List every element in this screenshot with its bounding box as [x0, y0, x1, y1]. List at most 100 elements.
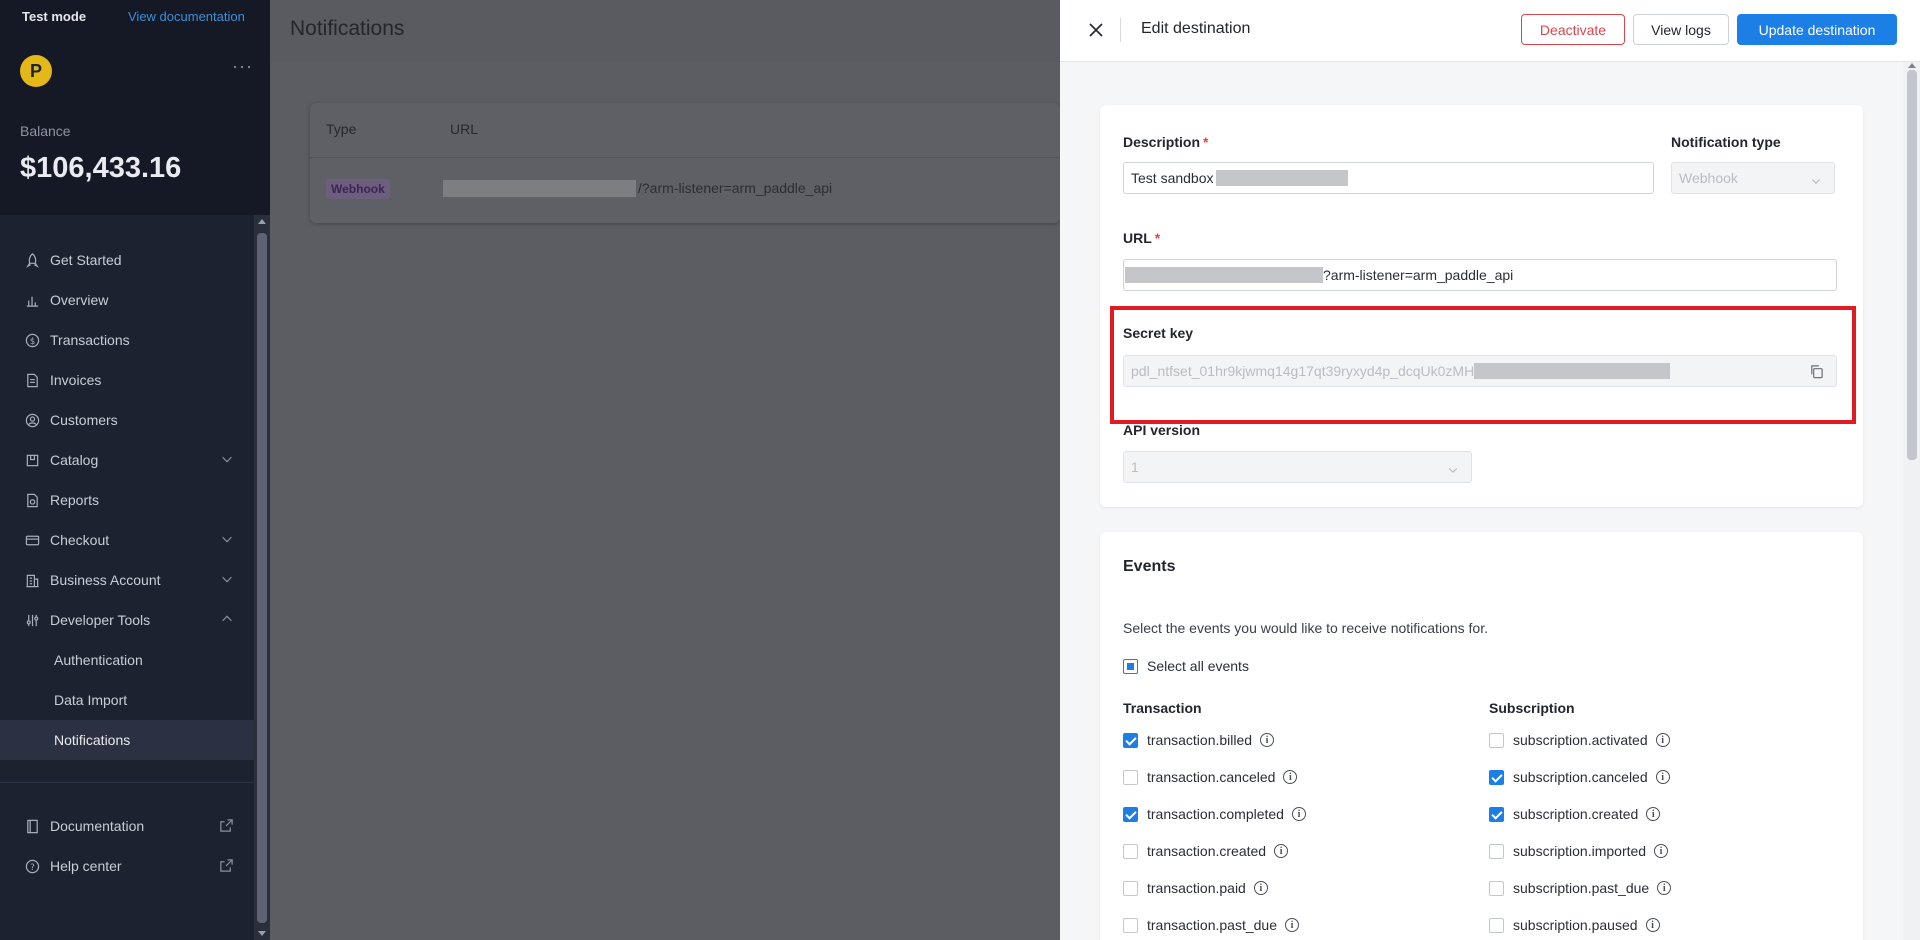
paddle-logo[interactable]: P — [20, 55, 52, 87]
transaction-event-checkbox[interactable] — [1123, 769, 1138, 785]
info-icon[interactable]: i — [1253, 881, 1268, 895]
info-icon[interactable]: i — [1283, 770, 1298, 784]
info-icon[interactable]: i — [1274, 844, 1289, 858]
subscription-event-checkbox[interactable] — [1489, 843, 1504, 859]
notification-type-select[interactable]: Webhook — [1671, 162, 1835, 194]
question-circle-icon: ? — [24, 858, 40, 874]
transaction-event-label: transaction.created — [1147, 843, 1267, 859]
table-row-url[interactable]: /?arm-listener=arm_paddle_api — [638, 180, 832, 196]
subscription-event-checkbox[interactable] — [1489, 880, 1504, 896]
user-circle-icon — [24, 412, 40, 428]
sidebar: Test mode View documentation P ··· Balan… — [0, 0, 270, 940]
subscription-event-checkbox[interactable] — [1489, 806, 1504, 822]
sidebar-item-transactions[interactable]: $ Transactions — [0, 320, 254, 360]
more-options-icon[interactable]: ··· — [232, 56, 253, 77]
sidebar-item-reports[interactable]: Reports — [0, 480, 254, 520]
subscription-event-row[interactable]: subscription.activated i — [1489, 730, 1670, 750]
sidebar-item-get-started[interactable]: Get Started — [0, 240, 254, 280]
svg-text:?: ? — [30, 861, 34, 871]
transaction-event-row[interactable]: transaction.created i — [1123, 841, 1289, 861]
transaction-event-row[interactable]: transaction.billed i — [1123, 730, 1275, 750]
sidebar-item-documentation[interactable]: Documentation — [0, 806, 254, 846]
description-label: Description * — [1123, 134, 1209, 150]
subscription-event-row[interactable]: subscription.canceled i — [1489, 767, 1670, 787]
subscription-event-row[interactable]: subscription.past_due i — [1489, 878, 1672, 898]
api-version-select[interactable]: 1 — [1123, 451, 1472, 483]
subscription-event-row[interactable]: subscription.paused i — [1489, 915, 1660, 935]
info-icon[interactable]: i — [1654, 844, 1669, 858]
notifications-table: Type URL Webhook /?arm-listener=arm_padd… — [310, 103, 1060, 223]
sidebar-item-overview[interactable]: Overview — [0, 280, 254, 320]
info-icon[interactable]: i — [1260, 733, 1275, 747]
info-icon[interactable]: i — [1655, 733, 1670, 747]
info-icon[interactable]: i — [1646, 807, 1661, 821]
sidebar-item-help-center[interactable]: ? Help center — [0, 846, 254, 886]
sidebar-item-developer-tools[interactable]: Developer Tools — [0, 600, 254, 640]
scroll-up-arrow[interactable] — [1908, 63, 1916, 68]
chart-icon — [24, 292, 40, 308]
view-logs-button[interactable]: View logs — [1633, 14, 1729, 45]
info-icon[interactable]: i — [1657, 881, 1672, 895]
sidebar-item-invoices[interactable]: Invoices — [0, 360, 254, 400]
sidebar-item-label: Developer Tools — [50, 612, 151, 628]
transaction-event-row[interactable]: transaction.completed i — [1123, 804, 1306, 824]
subscription-event-checkbox[interactable] — [1489, 769, 1504, 785]
redacted-text — [1215, 170, 1348, 186]
sidebar-item-label: Overview — [50, 292, 109, 308]
transaction-event-row[interactable]: transaction.paid i — [1123, 878, 1268, 898]
chevron-down-icon[interactable] — [220, 572, 234, 589]
events-description: Select the events you would like to rece… — [1123, 620, 1488, 636]
info-icon[interactable]: i — [1284, 918, 1299, 932]
description-value: Test sandbox — [1131, 170, 1214, 186]
info-icon[interactable]: i — [1655, 770, 1670, 784]
transaction-event-checkbox[interactable] — [1123, 880, 1138, 896]
subscription-event-label: subscription.imported — [1513, 843, 1647, 859]
sidebar-item-customers[interactable]: Customers — [0, 400, 254, 440]
sidebar-subitem-notifications[interactable]: Notifications — [0, 720, 254, 760]
box-icon — [24, 452, 40, 468]
sidebar-item-checkout[interactable]: Checkout — [0, 520, 254, 560]
drawer-scrollbar[interactable] — [1903, 62, 1920, 940]
chevron-down-icon — [1447, 463, 1459, 479]
sidebar-subitem-authentication[interactable]: Authentication — [0, 640, 254, 680]
update-destination-button[interactable]: Update destination — [1737, 14, 1897, 45]
close-icon[interactable] — [1084, 18, 1108, 42]
sidebar-item-label: Business Account — [50, 572, 161, 588]
sidebar-scrollbar[interactable] — [254, 215, 270, 940]
book-icon — [24, 818, 40, 834]
subscription-event-checkbox[interactable] — [1489, 732, 1504, 748]
description-input[interactable]: Test sandbox — [1123, 162, 1654, 194]
transaction-event-row[interactable]: transaction.canceled i — [1123, 767, 1298, 787]
subscription-event-row[interactable]: subscription.created i — [1489, 804, 1661, 824]
drawer-scroll-thumb[interactable] — [1907, 70, 1917, 460]
transaction-event-checkbox[interactable] — [1123, 806, 1138, 822]
sidebar-scroll-thumb[interactable] — [257, 233, 267, 923]
deactivate-button[interactable]: Deactivate — [1521, 14, 1625, 45]
sidebar-subitem-data-import[interactable]: Data Import — [0, 680, 254, 720]
select-all-label: Select all events — [1147, 658, 1249, 674]
transaction-event-label: transaction.billed — [1147, 732, 1253, 748]
transaction-event-checkbox[interactable] — [1123, 917, 1138, 933]
table-header: Type URL — [310, 103, 1060, 158]
chevron-up-icon[interactable] — [220, 612, 234, 629]
transaction-event-checkbox[interactable] — [1123, 843, 1138, 859]
select-all-events[interactable]: Select all events — [1123, 656, 1249, 676]
view-documentation-link[interactable]: View documentation — [128, 9, 245, 24]
select-all-checkbox[interactable] — [1123, 658, 1138, 674]
scroll-down-arrow[interactable] — [258, 931, 266, 936]
external-link-icon — [219, 818, 234, 836]
scroll-up-arrow[interactable] — [258, 219, 266, 224]
subscription-event-checkbox[interactable] — [1489, 917, 1504, 933]
info-icon[interactable]: i — [1291, 807, 1306, 821]
transaction-event-checkbox[interactable] — [1123, 732, 1138, 748]
sidebar-item-catalog[interactable]: Catalog — [0, 440, 254, 480]
url-input[interactable]: ?arm-listener=arm_paddle_api — [1123, 259, 1837, 291]
sidebar-item-business-account[interactable]: Business Account — [0, 560, 254, 600]
chevron-down-icon[interactable] — [220, 452, 234, 469]
subscription-event-label: subscription.past_due — [1513, 880, 1650, 896]
chevron-down-icon[interactable] — [220, 532, 234, 549]
subscription-event-row[interactable]: subscription.imported i — [1489, 841, 1669, 861]
balance-value: $106,433.16 — [20, 152, 182, 184]
info-icon[interactable]: i — [1645, 918, 1660, 932]
transaction-event-row[interactable]: transaction.past_due i — [1123, 915, 1299, 935]
